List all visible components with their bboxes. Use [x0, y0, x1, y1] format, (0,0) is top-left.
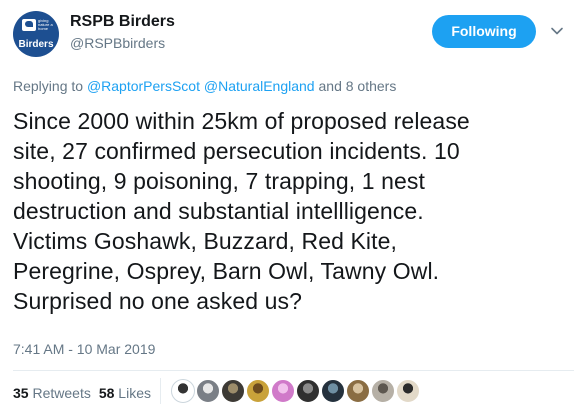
retweets-stat[interactable]: 35 Retweets [13, 385, 91, 401]
likes-count: 58 [98, 385, 115, 401]
tweet-text-line: shooting, 9 poisoning, 7 trapping, 1 nes… [13, 168, 426, 194]
reply-context: Replying to @RaptorPersScot @NaturalEngl… [13, 78, 396, 94]
reply-others[interactable]: and 8 others [319, 78, 397, 94]
following-button[interactable]: Following [432, 15, 536, 48]
avatar[interactable]: giving nature a home Birders [13, 11, 59, 57]
tweet-text-line: Surprised no one asked us? [13, 288, 303, 314]
likes-stat[interactable]: 58 Likes [99, 385, 151, 401]
author-handle[interactable]: @RSPBbirders [70, 35, 165, 51]
tweet-timestamp[interactable]: 7:41 AM - 10 Mar 2019 [13, 341, 155, 357]
stats-separator [160, 378, 161, 404]
author-display-name[interactable]: RSPB Birders [70, 13, 175, 31]
liker-avatar-4[interactable] [246, 379, 270, 403]
tweet-text-line: site, 27 confirmed persecution incidents… [13, 138, 460, 164]
rspb-logo-icon [22, 19, 36, 31]
liker-avatar-10[interactable] [396, 379, 420, 403]
liker-avatar-1[interactable] [171, 379, 195, 403]
chevron-down-icon[interactable] [550, 24, 564, 38]
tweet-text: Since 2000 within 25km of proposed relea… [13, 106, 578, 316]
retweets-label: Retweets [32, 385, 91, 401]
likes-label: Likes [118, 385, 151, 401]
tweet-text-line: Peregrine, Osprey, Barn Owl, Tawny Owl. [13, 258, 440, 284]
liker-avatar-2[interactable] [196, 379, 220, 403]
avatar-tagline: giving nature a home [38, 18, 53, 31]
tweet-card: giving nature a home Birders RSPB Birder… [0, 0, 587, 415]
reply-mention-raptorpersscot[interactable]: @RaptorPersScot [87, 78, 200, 94]
tweet-text-line: destruction and substantial intellligenc… [13, 198, 424, 224]
liker-avatar-5[interactable] [271, 379, 295, 403]
engagement-stats: 35 Retweets 58 Likes [13, 385, 151, 401]
liker-avatar-3[interactable] [221, 379, 245, 403]
tweet-text-line: Since 2000 within 25km of proposed relea… [13, 108, 470, 134]
reply-prefix: Replying to [13, 78, 84, 94]
avatar-brand-text: Birders [18, 39, 54, 50]
retweets-count: 35 [13, 385, 29, 401]
liker-avatar-7[interactable] [321, 379, 345, 403]
stats-divider-top [13, 370, 574, 371]
tweet-text-line: Victims Goshawk, Buzzard, Red Kite, [13, 228, 397, 254]
liker-avatar-8[interactable] [346, 379, 370, 403]
liker-avatar-6[interactable] [296, 379, 320, 403]
reply-mention-naturalengland[interactable]: @NaturalEngland [204, 78, 315, 94]
liker-avatar-9[interactable] [371, 379, 395, 403]
